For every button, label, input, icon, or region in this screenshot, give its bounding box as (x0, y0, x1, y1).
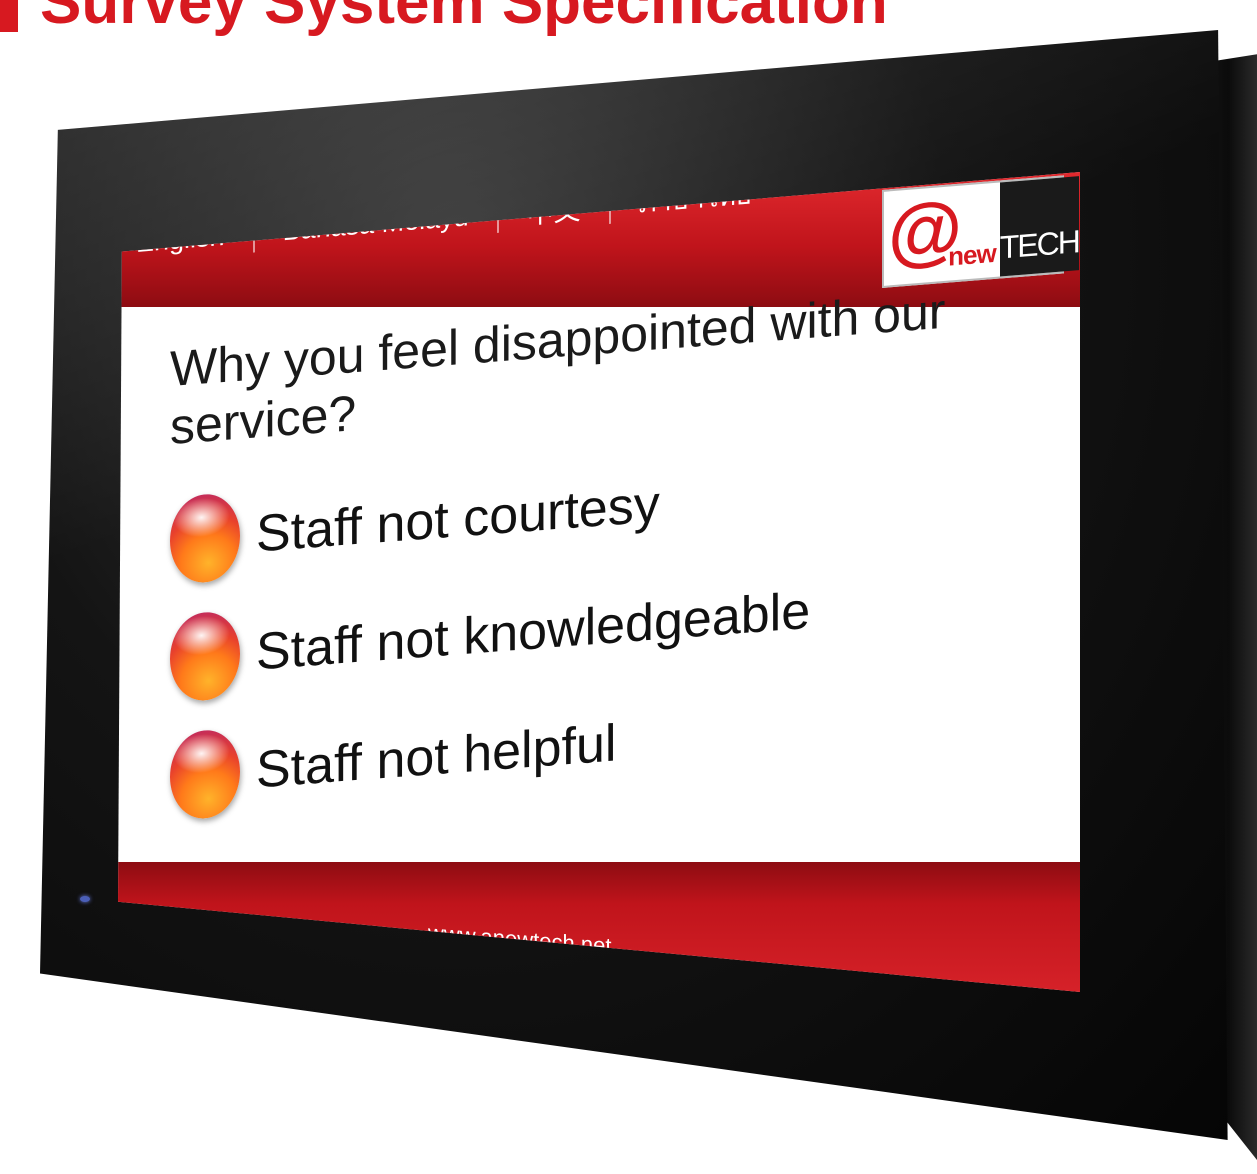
survey-content: Why you feel disappointed with our servi… (170, 274, 1050, 832)
language-option-malay[interactable]: Bahasa Melayu (283, 201, 469, 247)
answer-option-label[interactable]: Staff not courtesy (256, 474, 660, 564)
language-option-chinese[interactable]: 中文 (527, 188, 581, 231)
page-title: Survey System Specification (40, 0, 888, 37)
language-option-thai[interactable]: ภาษาไทย (639, 172, 752, 224)
screen-surface: English Bahasa Melayu 中文 ภาษาไทย @ new T… (118, 172, 1080, 992)
answer-options: Staff not courtesy Staff not knowledgeab… (170, 420, 1050, 832)
answer-option-label[interactable]: Staff not knowledgeable (256, 581, 810, 683)
glossy-orange-radio-button-icon[interactable] (170, 727, 240, 821)
language-divider (496, 196, 499, 233)
answer-option-label[interactable]: Staff not helpful (256, 713, 616, 800)
page-heading: Survey System Specification (0, 0, 888, 42)
page: Survey System Specification English Baha… (0, 0, 1257, 1174)
power-led-icon (80, 896, 90, 902)
language-selector: English Bahasa Melayu 中文 ภาษาไทย (136, 172, 752, 265)
glossy-orange-radio-button-icon[interactable] (170, 491, 240, 585)
language-option-english[interactable]: English (136, 221, 225, 259)
kiosk-screen: English Bahasa Melayu 中文 ภาษาไทย @ new T… (118, 172, 1080, 992)
heading-accent-bar (0, 0, 18, 32)
logo-new-text: new (948, 237, 996, 272)
language-divider (608, 187, 611, 224)
logo-tech-text: TECH (999, 176, 1079, 277)
language-divider (252, 215, 255, 253)
anewtech-logo: @ new TECH (882, 175, 1079, 288)
footer-bar (118, 862, 1080, 992)
glossy-orange-radio-button-icon[interactable] (170, 609, 240, 703)
